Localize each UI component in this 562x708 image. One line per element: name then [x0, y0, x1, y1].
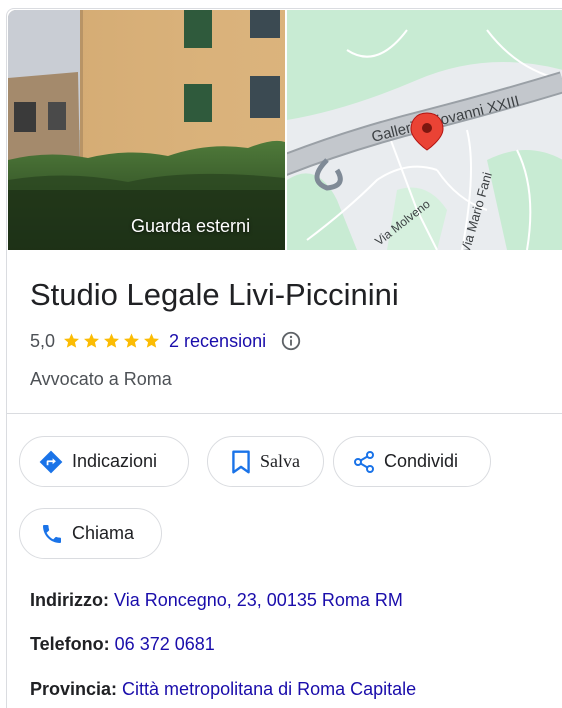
star-icon — [84, 333, 100, 348]
phone-icon — [43, 524, 61, 543]
info-icon[interactable] — [280, 330, 302, 352]
province-key: Provincia: — [30, 679, 118, 699]
directions-icon — [39, 450, 63, 473]
photo-caption: Guarda esterni — [131, 216, 251, 236]
province-link[interactable]: Città metropolitana di Roma Capitale — [122, 679, 416, 699]
save-button[interactable]: Salva — [207, 436, 324, 487]
phone-row: Telefono: 06 372 0681 — [30, 634, 215, 655]
phone-link[interactable]: 06 372 0681 — [115, 634, 215, 654]
reviews-link[interactable]: 2 recensioni — [169, 331, 266, 352]
section-divider — [7, 413, 562, 414]
address-row: Indirizzo: Via Roncegno, 23, 00135 Roma … — [30, 590, 403, 611]
save-label: Salva — [260, 451, 300, 471]
exterior-photo[interactable]: Guarda esterni — [8, 10, 285, 250]
province-row: Provincia: Città metropolitana di Roma C… — [30, 679, 416, 700]
star-icon — [104, 333, 120, 348]
share-label: Condividi — [384, 451, 459, 471]
star-rating — [62, 332, 161, 350]
directions-label: Indicazioni — [72, 451, 158, 471]
star-icon — [124, 333, 140, 348]
address-link[interactable]: Via Roncegno, 23, 00135 Roma RM — [114, 590, 403, 610]
business-panel: Guarda esterni Galleria Giovanni XXIII V… — [6, 8, 562, 708]
bookmark-icon — [232, 450, 250, 473]
rating-value: 5,0 — [30, 330, 56, 351]
map-image: Galleria Giovanni XXIII Via Molveno Via … — [287, 10, 562, 250]
directions-button[interactable]: Indicazioni — [19, 436, 189, 487]
share-button[interactable]: Condividi — [333, 436, 491, 487]
map-thumbnail[interactable]: Galleria Giovanni XXIII Via Molveno Via … — [287, 10, 562, 250]
rating-row: 5,0 2 recensioni — [30, 329, 302, 353]
share-icon — [354, 450, 374, 473]
star-icon — [64, 333, 80, 348]
address-key: Indirizzo: — [30, 590, 109, 610]
business-category: Avvocato a Roma — [30, 369, 172, 389]
building-photo-image — [8, 10, 285, 250]
call-label: Chiama — [72, 523, 135, 543]
call-button[interactable]: Chiama — [19, 508, 162, 559]
star-icon — [144, 333, 160, 348]
phone-key: Telefono: — [30, 634, 110, 654]
business-title: Studio Legale Livi-Piccinini — [30, 277, 399, 312]
